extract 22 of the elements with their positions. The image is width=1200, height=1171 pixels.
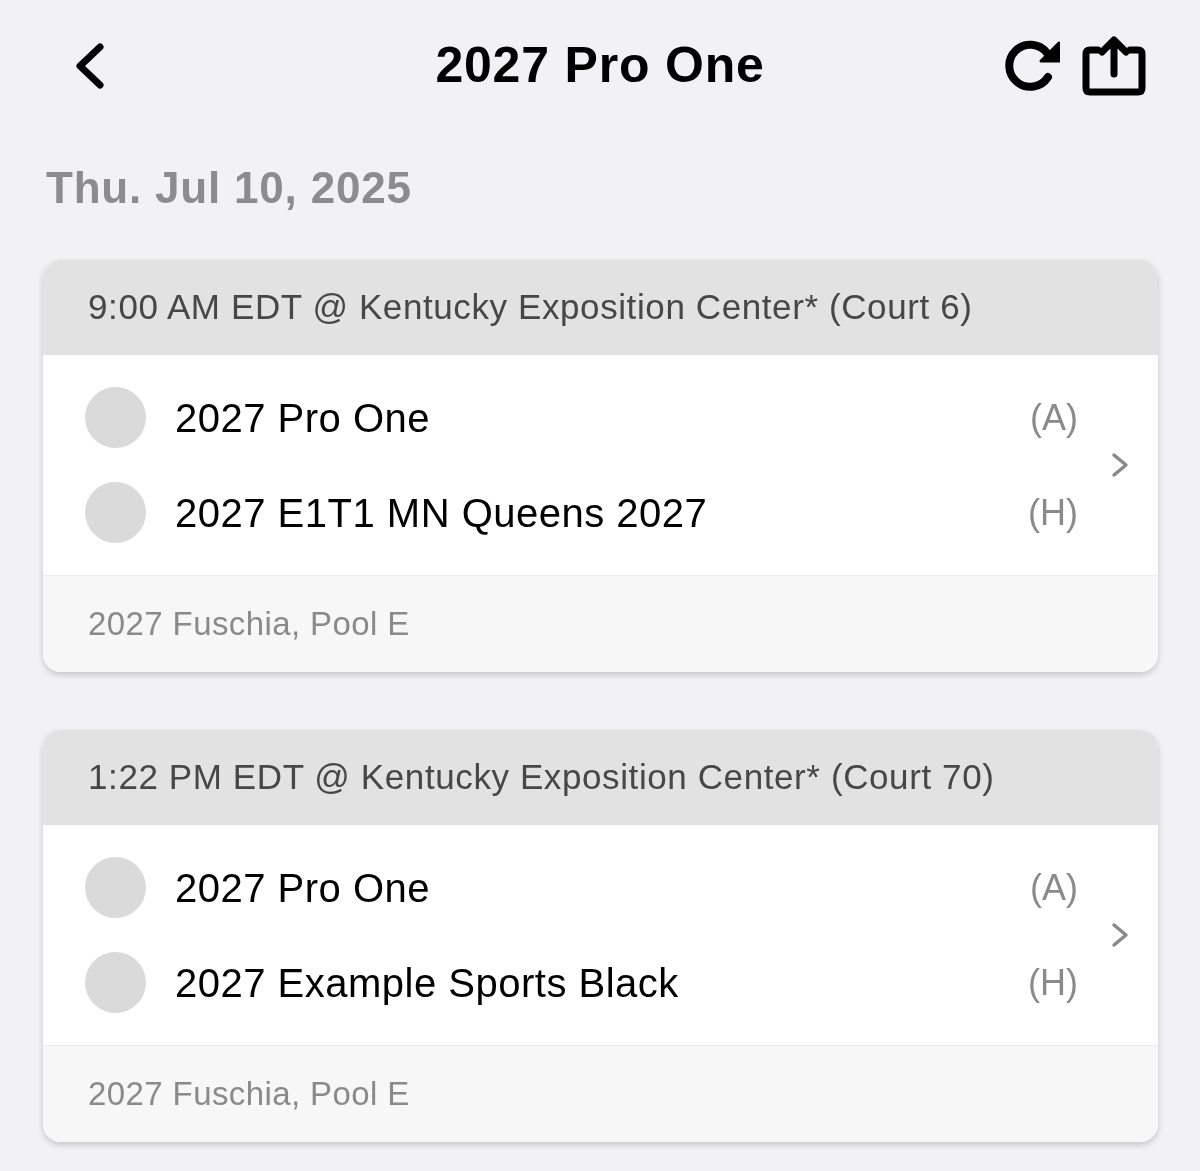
game-time-location: 1:22 PM EDT @ Kentucky Exposition Center* (Court 70) [88, 756, 995, 799]
team-name: 2027 Pro One [175, 394, 431, 442]
page-title: 2027 Pro One [435, 36, 765, 95]
date-heading: Thu. Jul 10, 2025 [45, 163, 412, 213]
home-away-label: (H) [1028, 490, 1078, 535]
home-away-label: (A) [1030, 395, 1078, 440]
share-icon [1082, 36, 1146, 96]
pool-label: 2027 Fuschia, Pool E [88, 1074, 410, 1115]
refresh-button[interactable] [1003, 39, 1060, 93]
game-time-location: 9:00 AM EDT @ Kentucky Exposition Center* (Court 6) [88, 286, 973, 329]
team-name: 2027 E1T1 MN Queens 2027 [175, 489, 708, 537]
team-name: 2027 Example Sports Black [175, 959, 679, 1007]
team-name: 2027 Pro One [175, 864, 431, 912]
chevron-right-icon [1111, 922, 1129, 948]
share-button[interactable] [1082, 36, 1146, 96]
home-away-label: (A) [1030, 865, 1078, 910]
game-card[interactable]: 9:00 AM EDT @ Kentucky Exposition Center* (Court 6) 2027 Pro One (A) 2027 E1T1 MN Queens 2027 (H) 2027 Fuschia, Pool E [43, 260, 1158, 672]
pool-label: 2027 Fuschia, Pool E [88, 604, 410, 645]
chevron-right-icon [1111, 452, 1129, 478]
game-card[interactable]: 1:22 PM EDT @ Kentucky Exposition Center* (Court 70) 2027 Pro One (A) 2027 Example Sports Black (H) 2027 Fuschia, Pool E [43, 730, 1158, 1142]
refresh-icon [1003, 39, 1060, 93]
home-away-label: (H) [1028, 960, 1078, 1005]
